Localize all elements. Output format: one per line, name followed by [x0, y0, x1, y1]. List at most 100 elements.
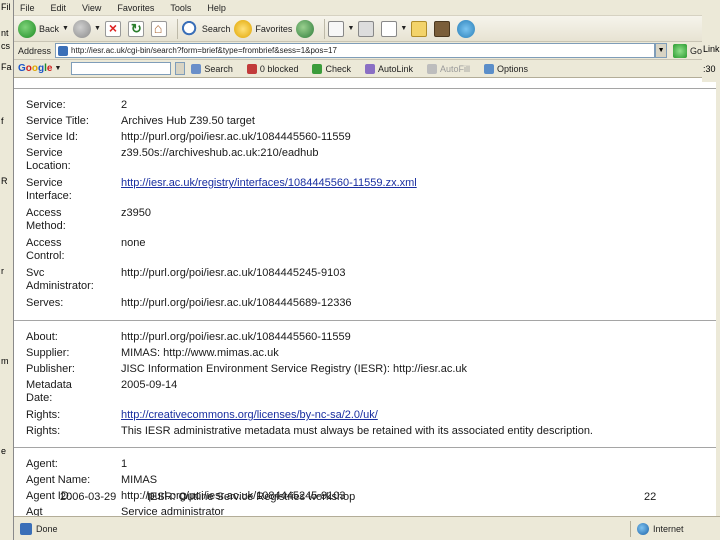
field-label: Serves: — [26, 297, 64, 309]
media-button[interactable] — [296, 18, 317, 40]
menu-edit[interactable]: Edit — [51, 3, 67, 13]
toolbar-separator — [324, 18, 326, 39]
background-label: r — [1, 266, 4, 276]
background-window-right-edge: Link :30 — [702, 0, 720, 82]
mail-icon — [328, 20, 345, 37]
field-label: Rights: — [26, 425, 61, 437]
go-button[interactable]: Go — [690, 46, 702, 56]
scrollbar-edge[interactable] — [716, 78, 720, 516]
search-label: Search — [201, 23, 231, 34]
rights-license-link[interactable]: http://creativecommons.org/licenses/by-n… — [121, 409, 378, 422]
menu-help[interactable]: Help — [207, 3, 226, 13]
google-toolbar: Google ▼ Search 0 blocked Check AutoLink… — [14, 60, 702, 78]
field-label: Service: — [26, 99, 66, 111]
menu-bar: File Edit View Favorites Tools Help — [14, 0, 720, 16]
background-label: f — [1, 116, 4, 126]
menu-favorites[interactable]: Favorites — [117, 3, 154, 13]
favorites-star-icon — [234, 19, 253, 38]
background-label: m — [1, 356, 9, 366]
chevron-down-icon[interactable]: ▼ — [54, 65, 61, 72]
page-done-icon — [20, 522, 32, 535]
divider — [14, 320, 720, 321]
field-label: Service Interface: — [26, 177, 72, 202]
folder-icon — [411, 20, 428, 37]
google-search-input[interactable] — [71, 62, 172, 75]
service-interface-link[interactable]: http://iesr.ac.uk/registry/interfaces/10… — [121, 177, 417, 190]
security-zone: Internet — [630, 521, 720, 537]
edit-icon — [381, 20, 398, 37]
menu-view[interactable]: View — [82, 3, 101, 13]
home-button[interactable] — [150, 18, 170, 40]
chevron-down-icon: ▼ — [347, 25, 355, 32]
print-icon — [358, 20, 375, 37]
field-value: http://purl.org/poi/iesr.ac.uk/108444556… — [121, 131, 351, 143]
menu-file[interactable]: File — [20, 3, 35, 13]
favorites-button[interactable]: Favorites — [234, 18, 292, 40]
mail-button[interactable]: ▼ — [328, 18, 354, 40]
autofill-icon — [427, 63, 437, 74]
field-value: 2005-09-14 — [121, 379, 178, 391]
field-value: http://purl.org/poi/iesr.ac.uk/108444556… — [121, 331, 351, 343]
search-button[interactable]: Search — [180, 18, 231, 40]
field-label: Agent Name: — [26, 474, 91, 486]
back-button[interactable]: Back ▼ — [18, 18, 69, 40]
field-label: Access Control: — [26, 237, 65, 262]
background-window-edge: Fil nt cs Fa f R r m e — [0, 0, 14, 540]
home-icon — [150, 20, 167, 37]
address-input[interactable]: http://iesr.ac.uk/cgi-bin/search?form=br… — [55, 43, 656, 58]
field-label: Service Location: — [26, 147, 71, 172]
autolink-button[interactable]: AutoLink — [364, 63, 413, 74]
internet-globe-icon — [637, 523, 649, 535]
search-icon — [180, 19, 199, 38]
menu-tools[interactable]: Tools — [170, 3, 191, 13]
options-button[interactable]: Options — [484, 63, 528, 74]
address-dropdown-button[interactable]: ▼ — [655, 43, 668, 58]
field-value: Service administrator — [121, 506, 225, 516]
back-arrow-icon — [18, 19, 36, 38]
popup-blocker-button[interactable]: 0 blocked — [246, 63, 298, 74]
options-icon — [484, 63, 495, 74]
print-button[interactable] — [358, 18, 377, 40]
messenger-button[interactable] — [457, 18, 478, 40]
field-value: 2 — [121, 99, 128, 111]
field-value: Archives Hub Z39.50 target — [121, 115, 255, 127]
zone-label: Internet — [653, 524, 684, 534]
forward-button[interactable]: ▼ — [72, 18, 101, 40]
stop-button[interactable] — [104, 18, 124, 40]
field-value: MIMAS: http://www.mimas.ac.uk — [121, 347, 279, 359]
field-value: z3950 — [121, 207, 151, 219]
field-value: 1 — [121, 458, 128, 470]
field-label: Supplier: — [26, 347, 70, 359]
field-value: JISC Information Environment Service Reg… — [121, 363, 468, 375]
blocked-icon — [246, 63, 257, 74]
address-url: http://iesr.ac.uk/cgi-bin/search?form=br… — [71, 46, 337, 55]
book-icon — [434, 20, 451, 37]
refresh-button[interactable] — [127, 18, 147, 40]
field-label: Agt — [26, 506, 43, 516]
google-logo[interactable]: Google — [18, 63, 52, 74]
field-label: Access Method: — [26, 207, 66, 232]
field-label: Publisher: — [26, 363, 75, 375]
edit-button[interactable]: ▼ — [381, 18, 407, 40]
spell-check-button[interactable]: Check — [312, 63, 351, 74]
research-button[interactable] — [434, 18, 453, 40]
toolbar-separator — [176, 18, 178, 39]
background-label: cs — [1, 41, 10, 51]
field-value: z39.50s://archiveshub.ac.uk:210/eadhub — [121, 147, 319, 159]
check-icon — [312, 63, 323, 74]
google-search-dropdown[interactable] — [175, 62, 186, 75]
status-cell-divider — [630, 521, 631, 537]
back-label: Back — [39, 23, 60, 34]
google-search-button[interactable]: Search — [191, 63, 233, 74]
folder-button[interactable] — [411, 18, 430, 40]
field-label: About: — [26, 331, 58, 343]
go-arrow-icon[interactable] — [673, 43, 688, 58]
address-label: Address — [18, 45, 52, 56]
favorites-label: Favorites — [255, 23, 293, 34]
field-value: This IESR administrative metadata must a… — [121, 425, 593, 437]
forward-arrow-icon — [72, 19, 91, 38]
autofill-button[interactable]: AutoFill — [427, 63, 470, 74]
chevron-down-icon: ▼ — [62, 25, 69, 32]
field-value: MIMAS — [121, 474, 158, 486]
background-label: Fa — [1, 62, 12, 72]
